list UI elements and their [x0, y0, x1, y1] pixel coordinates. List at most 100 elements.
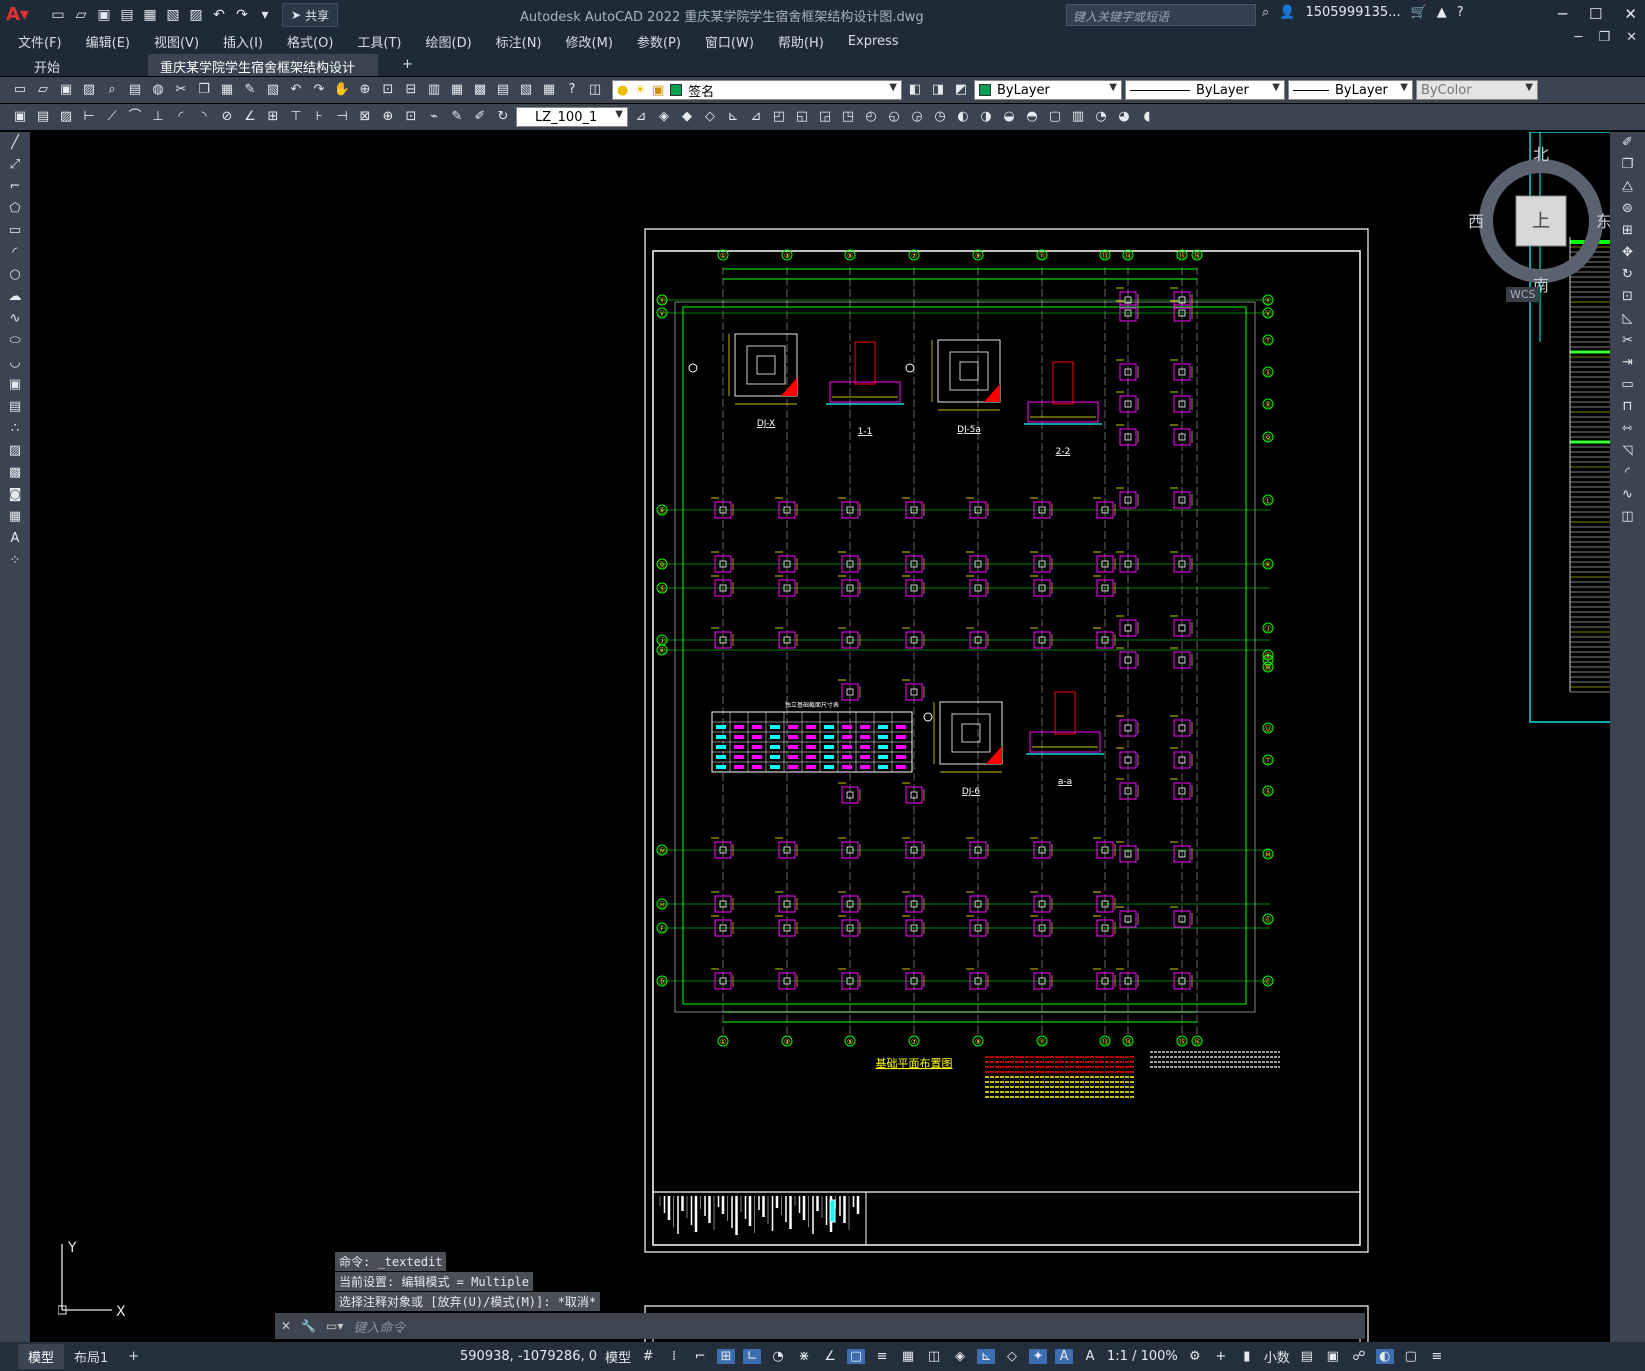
polyline-icon[interactable]: ⌐	[0, 176, 30, 198]
ucs-world-icon[interactable]: ◰	[769, 107, 789, 127]
3d-osnap-icon[interactable]: ◈	[951, 1349, 969, 1364]
pan-icon[interactable]: ✋	[332, 80, 352, 100]
table-icon[interactable]: ▦	[0, 506, 30, 528]
tab-start[interactable]: 开始	[22, 54, 72, 76]
mtext-icon[interactable]: A	[0, 528, 30, 550]
linetype-dropdown[interactable]: ByLayer ▼	[1125, 80, 1285, 100]
share-button[interactable]: ➤ 共享	[282, 3, 339, 27]
viewcube[interactable]: 上 北 南 西 东	[1466, 146, 1610, 296]
ortho-icon[interactable]: ∟	[743, 1349, 762, 1364]
units-value[interactable]: 小数	[1264, 1347, 1290, 1366]
mirror-icon[interactable]: ⧋	[1610, 176, 1645, 198]
box-icon[interactable]: ▢	[1045, 107, 1065, 127]
circle-icon[interactable]: ○	[0, 264, 30, 286]
ucs-object-icon[interactable]: ◱	[792, 107, 812, 127]
ucs-z-icon[interactable]: ◶	[907, 107, 927, 127]
preview-icon[interactable]: ⌕	[102, 80, 122, 100]
ucs-origin-icon[interactable]: ⊿	[746, 107, 766, 127]
paste-icon[interactable]: ▦	[217, 80, 237, 100]
selection-filter-icon[interactable]: ◇	[1003, 1349, 1021, 1364]
view-left-icon[interactable]: ◇	[700, 107, 720, 127]
isolate-icon[interactable]: ☍	[1350, 1349, 1368, 1364]
design-center-icon[interactable]: ▦	[447, 80, 467, 100]
point-icon[interactable]: ∴	[0, 418, 30, 440]
dim-ordinate-icon[interactable]: ⊥	[148, 107, 168, 127]
quick-properties-icon[interactable]: ▤	[1298, 1349, 1316, 1364]
cut-icon[interactable]: ✂	[171, 80, 191, 100]
doc-minimize-icon[interactable]: ─	[1575, 30, 1583, 45]
tab-layout1[interactable]: 布局1	[64, 1344, 118, 1369]
tolerance-icon[interactable]: ⊠	[355, 107, 375, 127]
add-selected-icon[interactable]: ⁘	[0, 550, 30, 572]
dimstyle-icon[interactable]: ⊿	[631, 107, 651, 127]
insert-block-icon[interactable]: ▣	[0, 374, 30, 396]
customize-qa-icon[interactable]: ▾	[255, 5, 275, 25]
menu-file[interactable]: 文件(F)	[18, 32, 62, 51]
autodesk-icon[interactable]: ▲	[1437, 5, 1447, 20]
doc-restore-icon[interactable]: ❐	[1598, 30, 1610, 45]
match-icon[interactable]: ✎	[240, 80, 260, 100]
redo-icon[interactable]: ↷	[232, 5, 252, 25]
construction-line-icon[interactable]: ⤢	[0, 154, 30, 176]
spline-icon[interactable]: ∿	[0, 308, 30, 330]
dim-angular-icon[interactable]: ∠	[240, 107, 260, 127]
coordinates-readout[interactable]: 590938, -1079286, 0	[460, 1349, 597, 1364]
customize-icon[interactable]: ≡	[1428, 1349, 1446, 1364]
view-front-icon[interactable]: ◆	[677, 107, 697, 127]
dynamic-input-icon[interactable]: ⊞	[717, 1349, 736, 1364]
lineweight-dropdown[interactable]: ByLayer ▼	[1288, 80, 1413, 100]
blend-icon[interactable]: ∿	[1610, 484, 1645, 506]
search-icon[interactable]: ⌕	[1262, 5, 1269, 20]
ellipse-icon[interactable]: ⬭	[0, 330, 30, 352]
annotation-scale[interactable]: 1:1 / 100%	[1107, 1349, 1178, 1364]
gradient-icon[interactable]: ▩	[0, 462, 30, 484]
dim-update-icon[interactable]: ↻	[493, 107, 513, 127]
tab-drawing[interactable]: 重庆某学院学生宿舍框架结构设计图* ×	[148, 54, 378, 95]
zoom-previous-icon[interactable]: ⊟	[401, 80, 421, 100]
stretch-icon[interactable]: ◺	[1610, 308, 1645, 330]
viewcube-north-label[interactable]: 北	[1533, 146, 1549, 164]
rotate-icon[interactable]: ↻	[1610, 264, 1645, 286]
recent-commands-icon[interactable]: ▭▾	[326, 1319, 343, 1333]
hatch-icon[interactable]: ▨	[0, 440, 30, 462]
print-icon[interactable]: ▨	[186, 5, 206, 25]
save-icon[interactable]: ▣	[56, 80, 76, 100]
chamfer-icon[interactable]: ◹	[1610, 440, 1645, 462]
markup-icon[interactable]: ▧	[516, 80, 536, 100]
offset-icon[interactable]: ⊜	[1610, 198, 1645, 220]
isodraft-icon[interactable]: ⋇	[795, 1349, 813, 1364]
save-icon[interactable]: ▣	[94, 5, 114, 25]
user-name[interactable]: 1505999135...	[1305, 5, 1400, 20]
layer-previous-icon[interactable]: ◨	[928, 80, 948, 100]
extend-icon[interactable]: ⇥	[1610, 352, 1645, 374]
dynamic-ucs-icon[interactable]: ⊾	[977, 1349, 996, 1364]
ucs-icon[interactable]: ⊾	[723, 107, 743, 127]
trim-icon[interactable]: ✂	[1610, 330, 1645, 352]
shade-icon[interactable]: ◐	[953, 107, 973, 127]
hatch-icon[interactable]: ▨	[56, 107, 76, 127]
new-icon[interactable]: ▭	[10, 80, 30, 100]
dim-aligned-icon[interactable]: ⟋	[102, 107, 122, 127]
menu-help[interactable]: 帮助(H)	[778, 32, 824, 51]
polar-icon[interactable]: ◔	[769, 1349, 787, 1364]
menu-draw[interactable]: 绘图(D)	[426, 32, 472, 51]
open-icon[interactable]: ▱	[33, 80, 53, 100]
zoom-realtime-icon[interactable]: ⊕	[355, 80, 375, 100]
dim-space-icon[interactable]: ⊣	[332, 107, 352, 127]
calculator-icon[interactable]: ▦	[539, 80, 559, 100]
sweep-icon[interactable]: ◕	[1114, 107, 1134, 127]
doc-close-icon[interactable]: ✕	[1626, 30, 1637, 45]
auto-scale-icon[interactable]: A	[1081, 1349, 1099, 1364]
ellipse-arc-icon[interactable]: ◡	[0, 352, 30, 374]
lineweight-icon[interactable]: ≡	[873, 1349, 891, 1364]
menu-format[interactable]: 格式(O)	[287, 32, 333, 51]
globe-icon[interactable]: ◍	[148, 80, 168, 100]
arc-icon[interactable]: ◜	[0, 242, 30, 264]
explode-icon[interactable]: ◫	[1610, 506, 1645, 528]
selection-cycling-icon[interactable]: ◫	[925, 1349, 943, 1364]
tab-model[interactable]: 模型	[18, 1344, 65, 1369]
loft-icon[interactable]: ◖	[1137, 107, 1157, 127]
redo-icon[interactable]: ↷	[309, 80, 329, 100]
dim-baseline-icon[interactable]: ⊤	[286, 107, 306, 127]
view-3d-icon[interactable]: ◈	[654, 107, 674, 127]
